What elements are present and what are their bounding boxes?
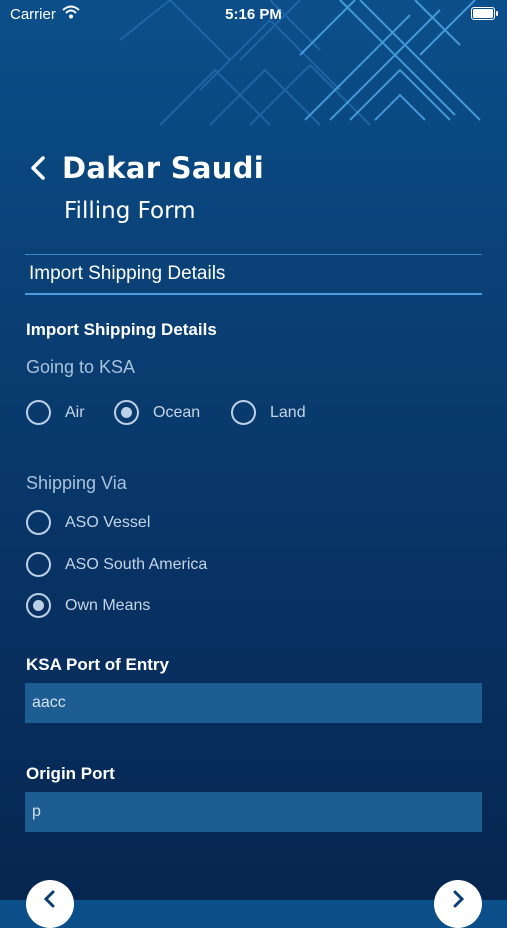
ksa-port-label: KSA Port of Entry bbox=[26, 655, 169, 674]
radio-own-means[interactable]: Own Means bbox=[26, 593, 150, 618]
page-title: Dakar Saudi bbox=[62, 151, 264, 185]
radio-circle-selected[interactable] bbox=[114, 400, 139, 425]
radio-label: Own Means bbox=[65, 596, 151, 614]
radio-circle-selected[interactable] bbox=[26, 593, 51, 618]
radio-circle[interactable] bbox=[26, 400, 51, 425]
back-button[interactable] bbox=[26, 155, 52, 181]
previous-button[interactable] bbox=[26, 880, 74, 928]
section-title: Import Shipping Details bbox=[29, 263, 226, 284]
radio-land[interactable]: Land bbox=[231, 400, 306, 425]
radio-aso-vessel[interactable]: ASO Vessel bbox=[26, 510, 150, 535]
shipping-via-label: Shipping Via bbox=[26, 473, 127, 493]
ksa-port-input[interactable]: aacc bbox=[25, 683, 482, 723]
page-subtitle: Filling Form bbox=[64, 198, 196, 224]
radio-aso-south-america[interactable]: ASO South America bbox=[26, 552, 207, 577]
section-heading: Import Shipping Details bbox=[26, 320, 217, 339]
chevron-right-icon bbox=[453, 890, 465, 908]
radio-label: Land bbox=[270, 403, 306, 421]
going-to-ksa-label: Going to KSA bbox=[26, 357, 136, 377]
origin-port-input[interactable]: p bbox=[25, 792, 482, 832]
radio-circle[interactable] bbox=[26, 510, 51, 535]
chevron-left-icon bbox=[31, 156, 45, 180]
chevron-left-icon bbox=[43, 890, 55, 908]
radio-label: Ocean bbox=[153, 403, 201, 421]
section-selector[interactable]: Import Shipping Details bbox=[25, 254, 482, 295]
radio-label: ASO Vessel bbox=[65, 513, 151, 531]
radio-label: ASO South America bbox=[65, 555, 208, 573]
radio-label: Air bbox=[65, 403, 85, 421]
radio-circle[interactable] bbox=[231, 400, 256, 425]
radio-air[interactable]: Air bbox=[26, 400, 85, 425]
next-button[interactable] bbox=[434, 880, 482, 928]
origin-port-label: Origin Port bbox=[26, 764, 115, 783]
radio-circle[interactable] bbox=[26, 552, 51, 577]
radio-ocean[interactable]: Ocean bbox=[114, 400, 200, 425]
decorative-pattern bbox=[119, 0, 481, 126]
